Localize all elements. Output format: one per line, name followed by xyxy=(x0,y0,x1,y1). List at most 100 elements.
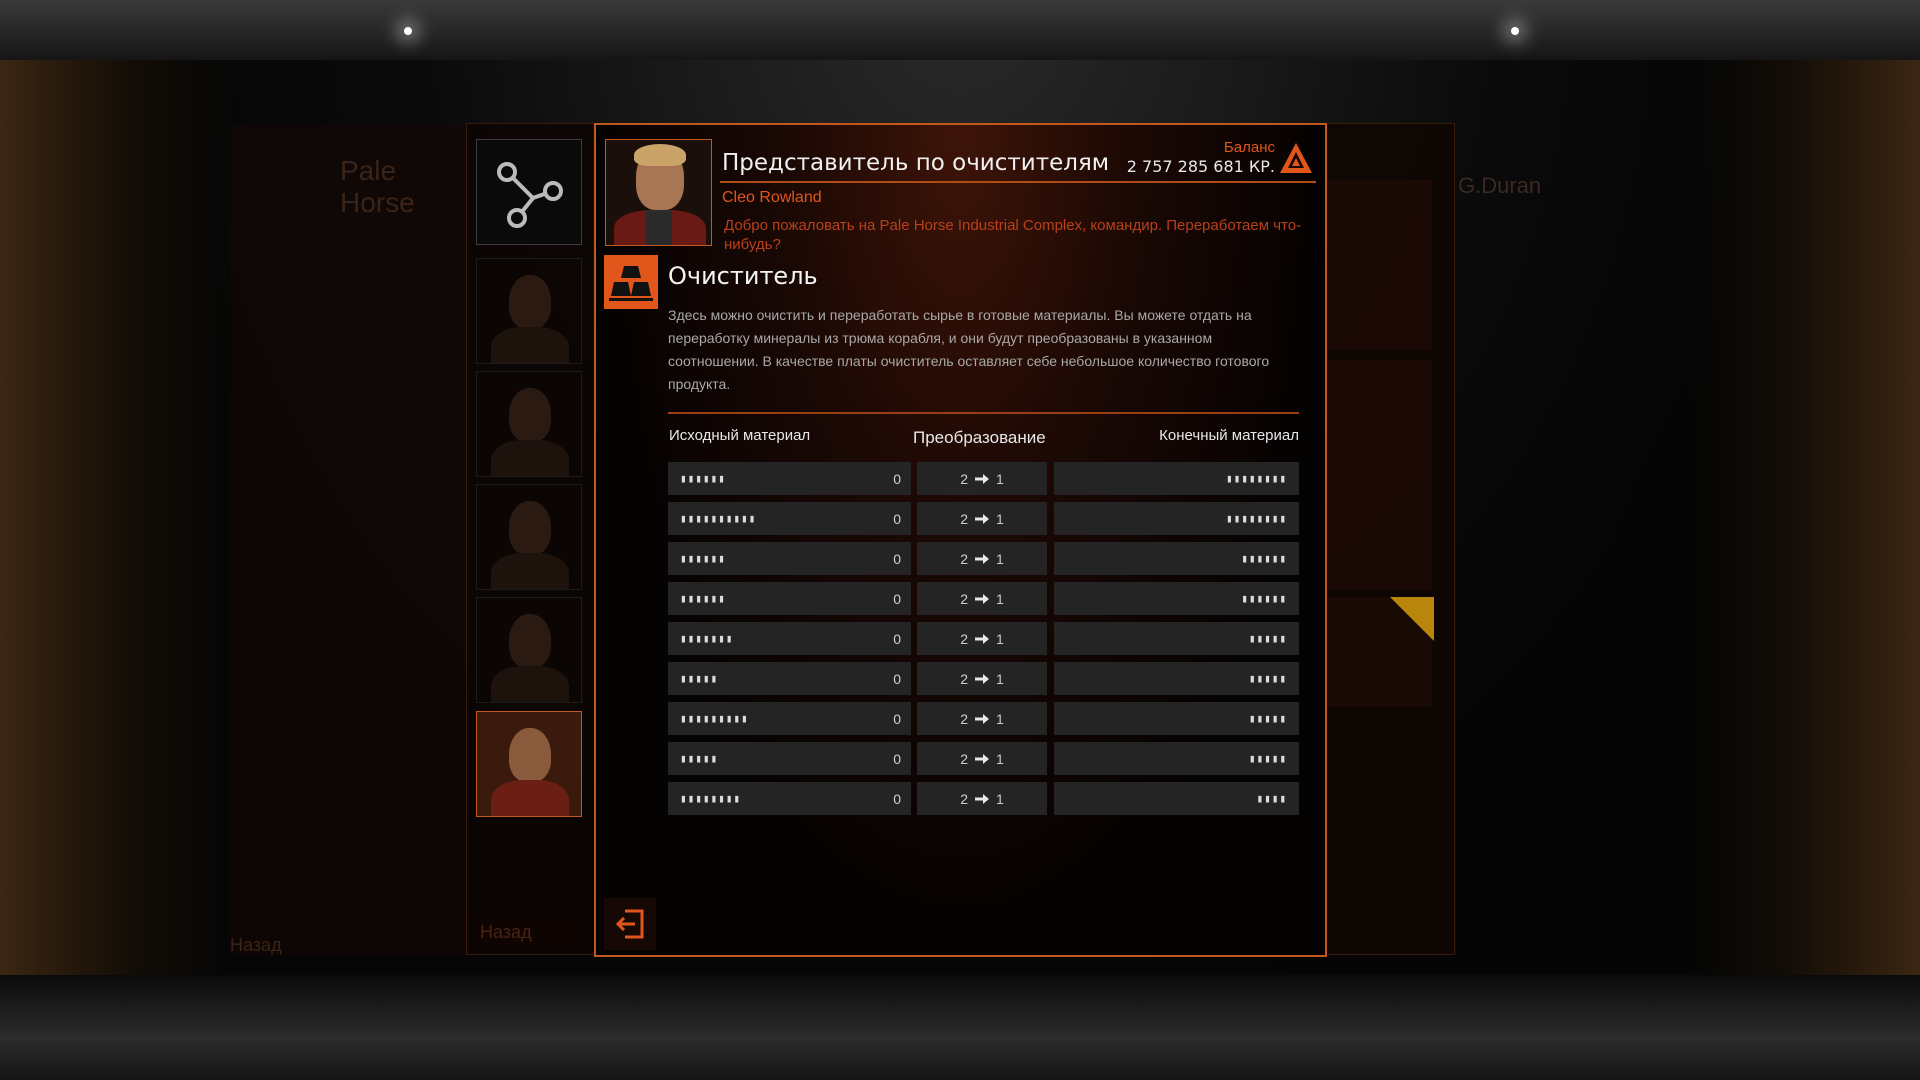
result-cell: ▮▮▮▮ xyxy=(1054,782,1299,815)
ratio-from: 2 xyxy=(960,710,968,727)
balance-label: Баланс xyxy=(1223,139,1275,156)
arrow-right-icon xyxy=(975,473,989,484)
service-description: Здесь можно очистить и переработать сырь… xyxy=(668,307,1270,392)
refinery-service-badge xyxy=(604,255,658,309)
exit-button[interactable] xyxy=(604,898,656,950)
source-material-name: ▮▮▮▮▮ xyxy=(680,672,719,685)
result-cell: ▮▮▮▮▮ xyxy=(1054,662,1299,695)
share-nodes-button[interactable] xyxy=(476,139,582,245)
conversion-ratio: 21 xyxy=(960,471,1004,487)
ceiling-lamp xyxy=(1511,27,1519,35)
result-material-name: ▮▮▮▮▮▮ xyxy=(1241,592,1287,605)
table-row[interactable]: ▮▮▮▮▮▮▮▮▮▮ 0 2 1 ▮▮▮▮▮▮▮▮ xyxy=(668,502,1299,535)
representative-portrait xyxy=(605,139,712,246)
source-cell[interactable]: ▮▮▮▮▮▮▮▮ 0 xyxy=(668,782,911,815)
conversion-cell: 21 xyxy=(917,662,1047,695)
ratio-to: 1 xyxy=(996,590,1004,607)
background-back-label: Назад xyxy=(230,935,282,955)
background-badge xyxy=(1390,597,1434,641)
ratio-to: 1 xyxy=(996,670,1004,687)
contact-portrait[interactable] xyxy=(476,597,582,703)
result-material-name: ▮▮▮▮▮ xyxy=(1248,752,1287,765)
background-station-panel: Pale Horse Назад xyxy=(230,125,470,955)
table-row[interactable]: ▮▮▮▮▮▮▮▮▮ 0 2 1 ▮▮▮▮▮ xyxy=(668,702,1299,735)
source-quantity: 0 xyxy=(893,630,901,647)
conversion-ratio: 21 xyxy=(960,751,1004,767)
source-material-name: ▮▮▮▮▮▮ xyxy=(680,552,726,565)
table-row[interactable]: ▮▮▮▮▮▮ 0 2 1 ▮▮▮▮▮▮ xyxy=(668,582,1299,615)
ceiling-lamp xyxy=(404,27,412,35)
contact-portrait[interactable] xyxy=(476,371,582,477)
table-row[interactable]: ▮▮▮▮▮ 0 2 1 ▮▮▮▮▮ xyxy=(668,662,1299,695)
conversion-cell: 21 xyxy=(917,542,1047,575)
source-material-name: ▮▮▮▮▮▮▮▮▮▮ xyxy=(680,512,757,525)
source-cell[interactable]: ▮▮▮▮▮▮▮ 0 xyxy=(668,622,911,655)
conversion-ratio: 21 xyxy=(960,671,1004,687)
back-button[interactable]: Назад xyxy=(476,915,588,949)
result-material-name: ▮▮▮▮ xyxy=(1256,792,1287,805)
result-material-name: ▮▮▮▮▮ xyxy=(1248,672,1287,685)
background-block xyxy=(1328,180,1432,350)
source-quantity: 0 xyxy=(893,750,901,767)
arrow-right-icon xyxy=(975,633,989,644)
table-row[interactable]: ▮▮▮▮▮▮ 0 2 1 ▮▮▮▮▮▮ xyxy=(668,542,1299,575)
source-cell[interactable]: ▮▮▮▮▮▮▮▮▮▮ 0 xyxy=(668,502,911,535)
conversion-cell: 21 xyxy=(917,502,1047,535)
conversion-cell: 21 xyxy=(917,702,1047,735)
contact-portrait[interactable] xyxy=(476,484,582,590)
source-cell[interactable]: ▮▮▮▮▮▮ 0 xyxy=(668,542,911,575)
source-material-name: ▮▮▮▮▮▮▮▮ xyxy=(680,792,741,805)
ratio-to: 1 xyxy=(996,750,1004,767)
balance-value: 2 757 285 681 КР. xyxy=(1126,157,1275,176)
result-material-name: ▮▮▮▮▮ xyxy=(1248,632,1287,645)
background-block xyxy=(1328,360,1432,590)
result-material-name: ▮▮▮▮▮▮▮▮ xyxy=(1226,472,1287,485)
ratio-from: 2 xyxy=(960,630,968,647)
source-cell[interactable]: ▮▮▮▮▮ 0 xyxy=(668,742,911,775)
source-cell[interactable]: ▮▮▮▮▮▮ 0 xyxy=(668,462,911,495)
result-material-name: ▮▮▮▮▮▮▮▮ xyxy=(1226,512,1287,525)
hangar-floor xyxy=(0,975,1920,1080)
source-quantity: 0 xyxy=(893,470,901,487)
arrow-right-icon xyxy=(975,673,989,684)
conversion-cell: 21 xyxy=(917,582,1047,615)
representative-title: Представитель по очистителям xyxy=(722,150,1110,176)
ratio-to: 1 xyxy=(996,470,1004,487)
result-cell: ▮▮▮▮▮ xyxy=(1054,742,1299,775)
contact-portrait-selected[interactable] xyxy=(476,711,582,817)
header-result-material: Конечный материал xyxy=(1159,427,1299,444)
source-material-name: ▮▮▮▮▮▮ xyxy=(680,472,726,485)
hangar-ceiling xyxy=(0,0,1920,60)
conversion-ratio: 21 xyxy=(960,551,1004,567)
ratio-from: 2 xyxy=(960,750,968,767)
arrow-right-icon xyxy=(975,793,989,804)
table-row[interactable]: ▮▮▮▮▮ 0 2 1 ▮▮▮▮▮ xyxy=(668,742,1299,775)
source-material-name: ▮▮▮▮▮▮▮▮▮ xyxy=(680,712,749,725)
result-cell: ▮▮▮▮▮▮ xyxy=(1054,582,1299,615)
conversion-ratio: 21 xyxy=(960,591,1004,607)
table-row[interactable]: ▮▮▮▮▮▮▮▮ 0 2 1 ▮▮▮▮ xyxy=(668,782,1299,815)
source-quantity: 0 xyxy=(893,670,901,687)
conversion-ratio: 21 xyxy=(960,791,1004,807)
conversion-cell: 21 xyxy=(917,462,1047,495)
arrow-right-icon xyxy=(975,753,989,764)
source-cell[interactable]: ▮▮▮▮▮ 0 xyxy=(668,662,911,695)
table-row[interactable]: ▮▮▮▮▮▮ 0 2 1 ▮▮▮▮▮▮▮▮ xyxy=(668,462,1299,495)
ratio-from: 2 xyxy=(960,470,968,487)
ratio-from: 2 xyxy=(960,670,968,687)
source-cell[interactable]: ▮▮▮▮▮▮ 0 xyxy=(668,582,911,615)
description-divider xyxy=(668,412,1299,414)
conversion-cell: 21 xyxy=(917,742,1047,775)
source-quantity: 0 xyxy=(893,790,901,807)
result-material-name: ▮▮▮▮▮ xyxy=(1248,712,1287,725)
arrow-right-icon xyxy=(975,593,989,604)
source-quantity: 0 xyxy=(893,710,901,727)
ratio-to: 1 xyxy=(996,550,1004,567)
service-title: Очиститель xyxy=(668,262,818,290)
share-nodes-icon xyxy=(497,162,563,228)
ratio-from: 2 xyxy=(960,510,968,527)
contact-portrait[interactable] xyxy=(476,258,582,364)
source-cell[interactable]: ▮▮▮▮▮▮▮▮▮ 0 xyxy=(668,702,911,735)
table-row[interactable]: ▮▮▮▮▮▮▮ 0 2 1 ▮▮▮▮▮ xyxy=(668,622,1299,655)
exit-icon xyxy=(615,909,644,939)
